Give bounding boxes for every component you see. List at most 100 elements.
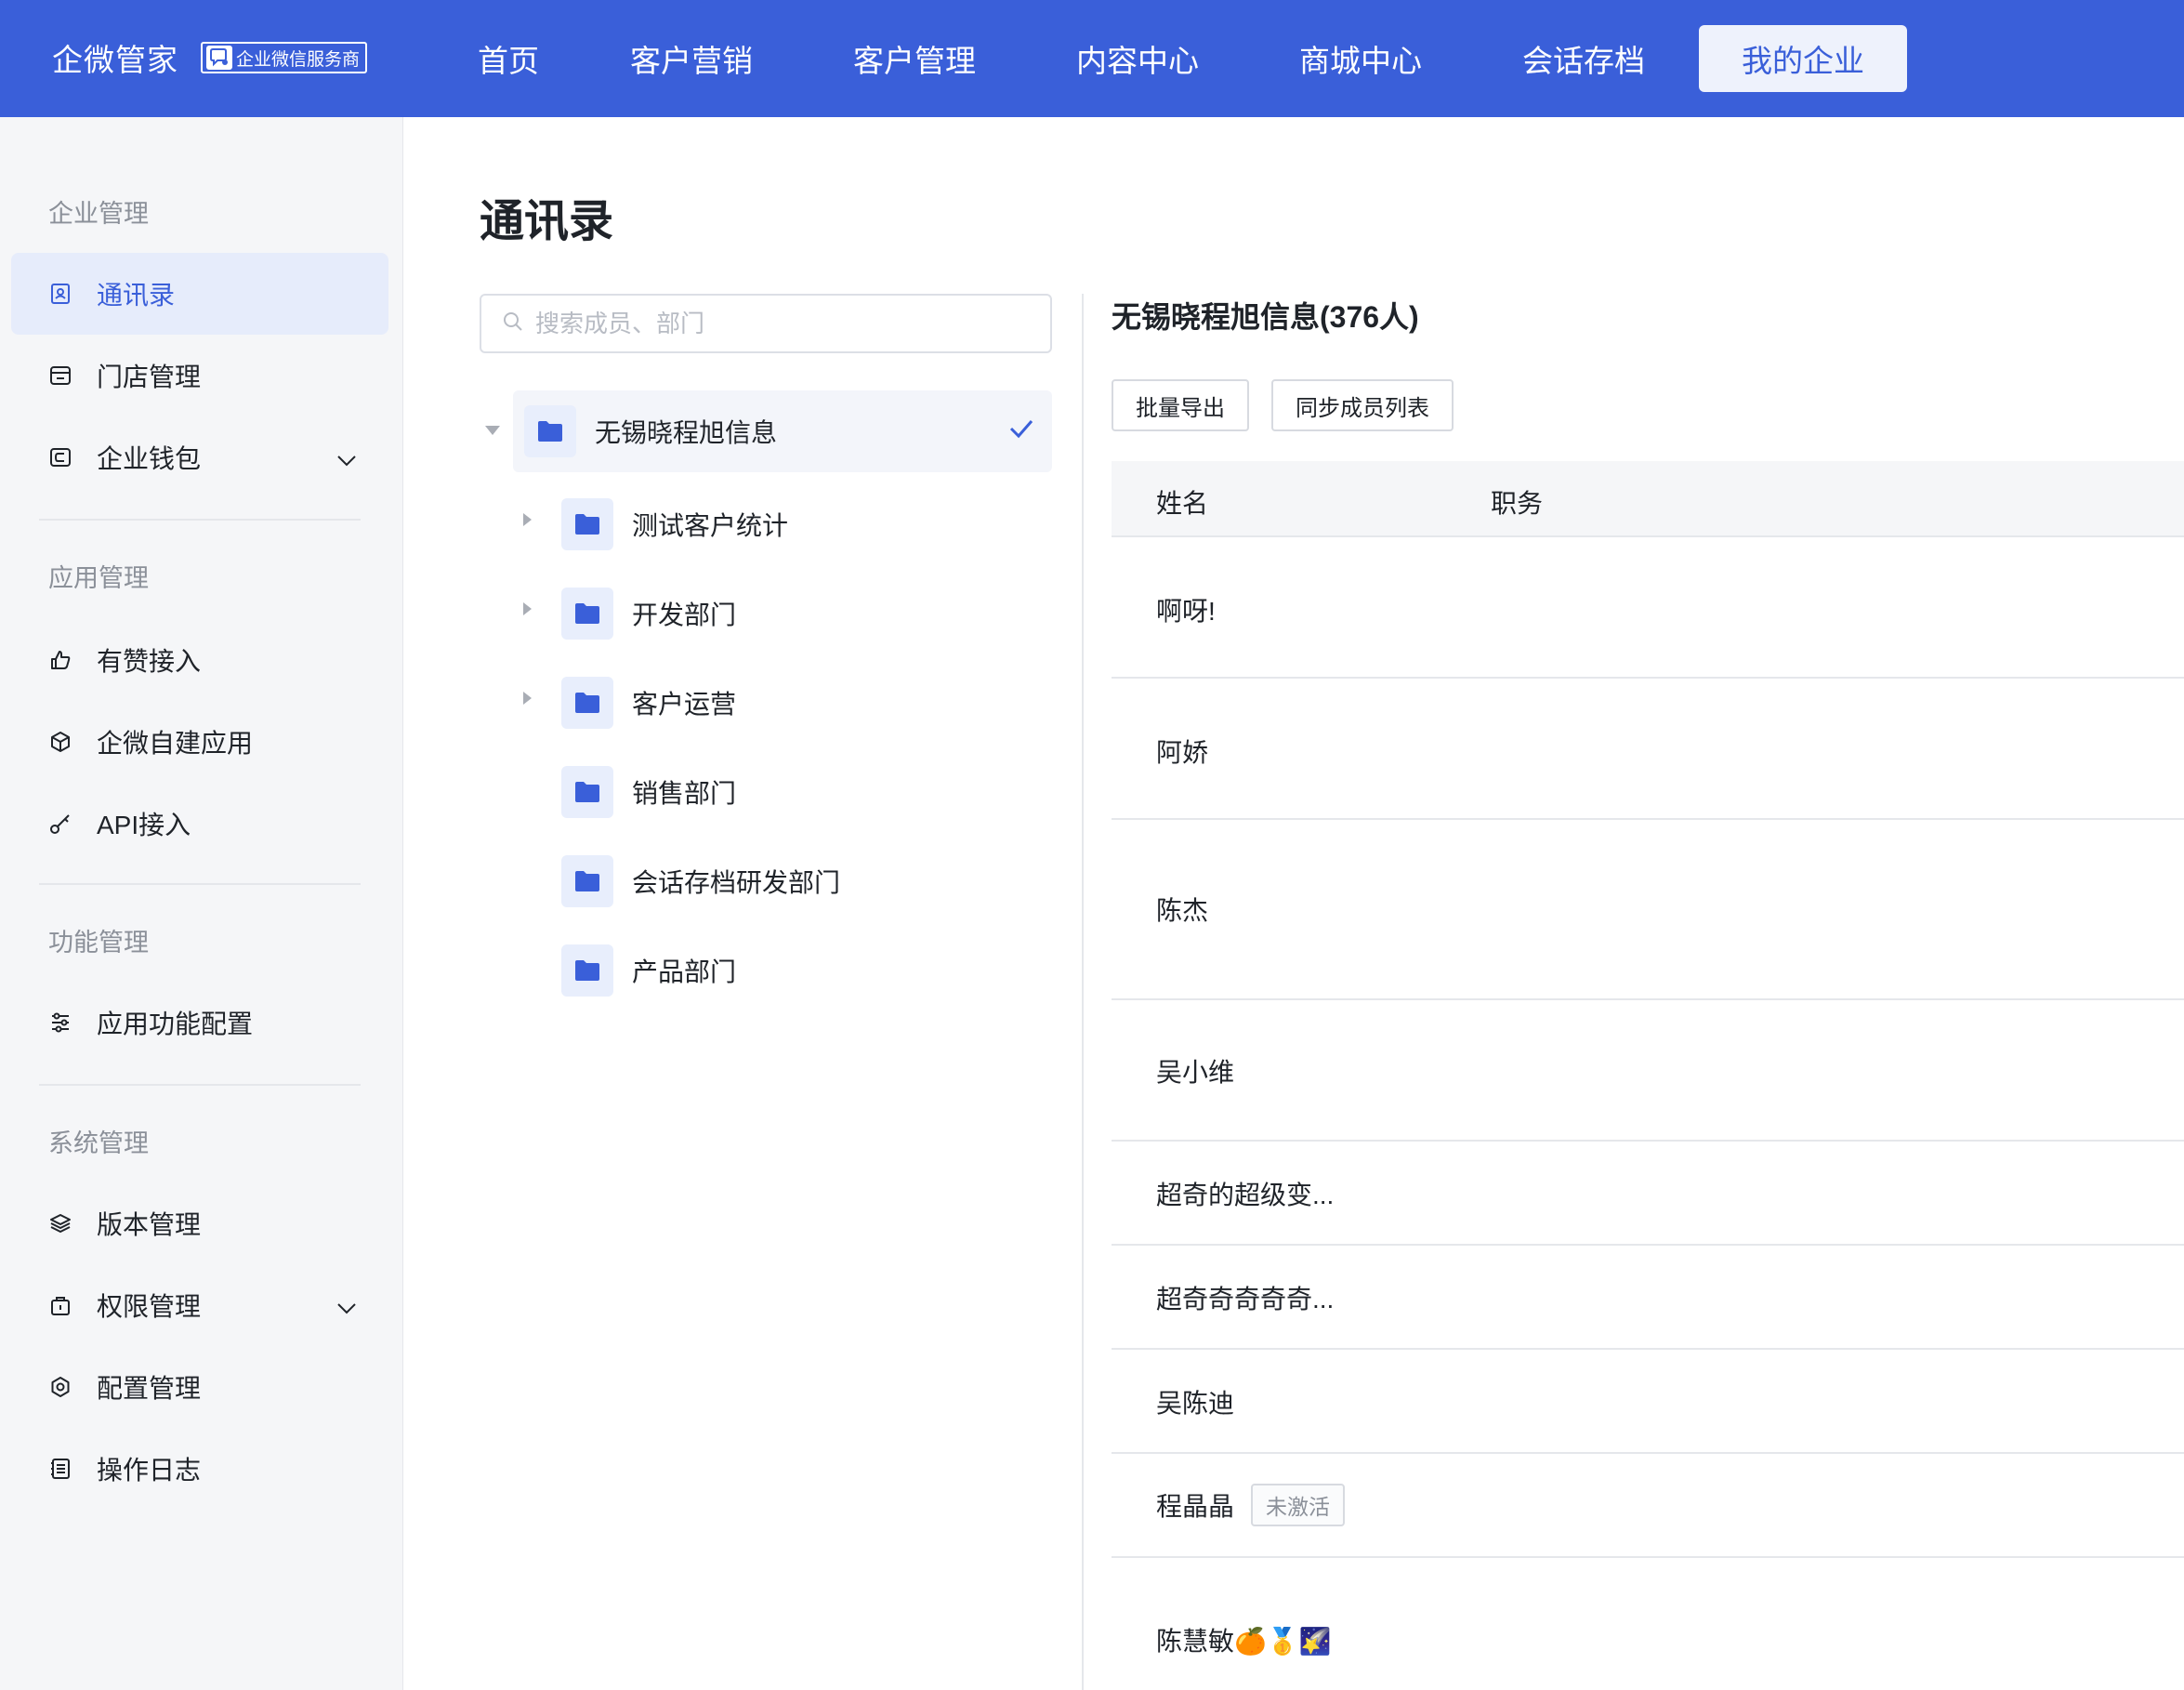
sidebar-item-label: 有赞接入: [97, 647, 202, 676]
sidebar-item-label: 门店管理: [97, 363, 202, 391]
table-row[interactable]: 陈杰: [1112, 820, 2184, 1000]
tree-node-label: 销售部门: [632, 779, 737, 808]
sidebar-group-title: 企业管理: [48, 200, 149, 228]
search-input[interactable]: [535, 309, 1037, 338]
sidebar-item-api[interactable]: API接入: [11, 783, 388, 865]
sidebar-item-label: 通讯录: [97, 281, 176, 310]
sidebar: 企业管理 通讯录 门店管理 企业钱包 应用管理 有赞接入 企微自建应用 API接…: [0, 117, 403, 1690]
nav-session-archive[interactable]: 会话存档: [1472, 25, 1695, 92]
sync-members-button[interactable]: 同步成员列表: [1271, 379, 1454, 431]
sliders-icon: [48, 1010, 72, 1035]
tree-node[interactable]: 产品部门: [561, 941, 1082, 1000]
member-name: 阿娇: [1156, 738, 1209, 767]
panel-divider: [1082, 294, 1084, 1690]
sidebar-item-permission[interactable]: 权限管理: [11, 1264, 388, 1346]
tree-node[interactable]: 客户运营: [561, 673, 1082, 733]
tree-node[interactable]: 销售部门: [561, 762, 1082, 822]
cube-icon: [48, 730, 72, 754]
sidebar-item-operation-log[interactable]: 操作日志: [11, 1428, 388, 1510]
member-name: 超奇奇奇奇奇...: [1156, 1285, 1335, 1314]
collapse-arrow-icon[interactable]: [485, 426, 500, 435]
store-icon: [48, 363, 72, 388]
member-name: 陈慧敏🍊🥇🌠: [1156, 1627, 1332, 1656]
nav-content-center[interactable]: 内容中心: [1026, 25, 1249, 92]
column-header-name[interactable]: 姓名: [1156, 483, 1208, 521]
thumbs-up-icon: [48, 648, 72, 672]
sidebar-item-label: 版本管理: [97, 1210, 202, 1239]
sidebar-item-label: API接入: [97, 811, 191, 839]
sidebar-item-label: 企微自建应用: [97, 729, 254, 758]
folder-icon: [561, 944, 613, 997]
nav-home[interactable]: 首页: [437, 25, 580, 92]
brand-name: 企微管家: [52, 43, 178, 77]
table-row[interactable]: 吴陈迪: [1112, 1350, 2184, 1454]
table-row[interactable]: 超奇奇奇奇奇...: [1112, 1246, 2184, 1350]
sidebar-item-wallet[interactable]: 企业钱包: [11, 416, 388, 498]
nav-customer-management[interactable]: 客户管理: [803, 25, 1026, 92]
sidebar-item-label: 操作日志: [97, 1456, 202, 1485]
table-row[interactable]: 超奇的超级变...: [1112, 1142, 2184, 1246]
nav-my-enterprise[interactable]: 我的企业: [1699, 25, 1907, 92]
search-box[interactable]: [480, 294, 1052, 353]
nav-mall-center[interactable]: 商城中心: [1249, 25, 1472, 92]
sidebar-divider: [39, 1084, 361, 1086]
folder-icon: [561, 766, 613, 818]
badge-label: 企业微信服务商: [236, 49, 361, 70]
service-provider-badge: 企业微信服务商: [201, 42, 368, 73]
table-row[interactable]: 程晶晶 未激活: [1112, 1454, 2184, 1558]
table-row[interactable]: 啊呀!: [1112, 537, 2184, 679]
tree-node-label: 开发部门: [632, 601, 737, 629]
table-row[interactable]: 阿娇: [1112, 679, 2184, 820]
layers-icon: [48, 1211, 72, 1235]
key-icon: [48, 812, 72, 836]
department-title: 无锡晓程旭信息(376人): [1112, 300, 1419, 334]
contacts-icon: [48, 282, 72, 306]
sidebar-group-title: 功能管理: [48, 929, 149, 957]
tree-node[interactable]: 开发部门: [561, 584, 1082, 643]
member-name: 陈杰: [1156, 896, 1209, 925]
sidebar-item-contacts[interactable]: 通讯录: [11, 253, 388, 335]
table-row[interactable]: 陈慧敏🍊🥇🌠: [1112, 1558, 2184, 1690]
lock-icon: [48, 1293, 72, 1317]
tree-node[interactable]: 测试客户统计: [561, 495, 1082, 554]
sidebar-item-app-config[interactable]: 应用功能配置: [11, 982, 388, 1063]
search-icon: [502, 310, 524, 337]
folder-icon: [561, 588, 613, 640]
sidebar-item-label: 配置管理: [97, 1374, 202, 1403]
sidebar-item-youzan[interactable]: 有赞接入: [11, 619, 388, 701]
member-name: 程晶晶: [1156, 1492, 1235, 1521]
sidebar-group-title: 系统管理: [48, 1129, 149, 1157]
table-row[interactable]: 吴小维: [1112, 1000, 2184, 1142]
main-nav: 首页 客户营销 客户管理 内容中心 商城中心 会话存档 我的企业: [437, 25, 1907, 92]
member-name: 啊呀!: [1156, 597, 1216, 626]
page-title: 通讯录: [480, 197, 614, 246]
sidebar-item-custom-app[interactable]: 企微自建应用: [11, 701, 388, 783]
sidebar-divider: [39, 519, 361, 521]
tree-node[interactable]: 会话存档研发部门: [561, 852, 1082, 911]
sidebar-group-title: 应用管理: [48, 564, 149, 592]
sidebar-item-label: 企业钱包: [97, 444, 202, 473]
sidebar-item-version[interactable]: 版本管理: [11, 1182, 388, 1264]
expand-arrow-icon[interactable]: [523, 602, 532, 615]
brand[interactable]: 企微管家 企业微信服务商: [52, 35, 368, 80]
chevron-down-icon[interactable]: [336, 1292, 357, 1322]
tree-root-label: 无锡晓程旭信息: [595, 418, 778, 447]
sidebar-item-store[interactable]: 门店管理: [11, 335, 388, 416]
nav-customer-marketing[interactable]: 客户营销: [580, 25, 803, 92]
log-icon: [48, 1457, 72, 1481]
export-button[interactable]: 批量导出: [1112, 379, 1249, 431]
wallet-icon: [48, 445, 72, 469]
tree-root-node[interactable]: 无锡晓程旭信息: [513, 390, 1052, 472]
chat-bubble-icon: [206, 46, 232, 70]
sidebar-divider: [39, 883, 361, 885]
table-header: 姓名 职务: [1112, 461, 2184, 537]
column-header-position[interactable]: 职务: [1491, 483, 1543, 521]
expand-arrow-icon[interactable]: [523, 513, 532, 526]
member-name-cell: 程晶晶 未激活: [1156, 1484, 1346, 1526]
chevron-down-icon[interactable]: [336, 444, 357, 474]
folder-icon: [524, 405, 576, 457]
sidebar-item-label: 权限管理: [97, 1292, 202, 1321]
expand-arrow-icon[interactable]: [523, 692, 532, 705]
sidebar-item-config[interactable]: 配置管理: [11, 1346, 388, 1428]
member-name: 吴小维: [1156, 1058, 1235, 1087]
